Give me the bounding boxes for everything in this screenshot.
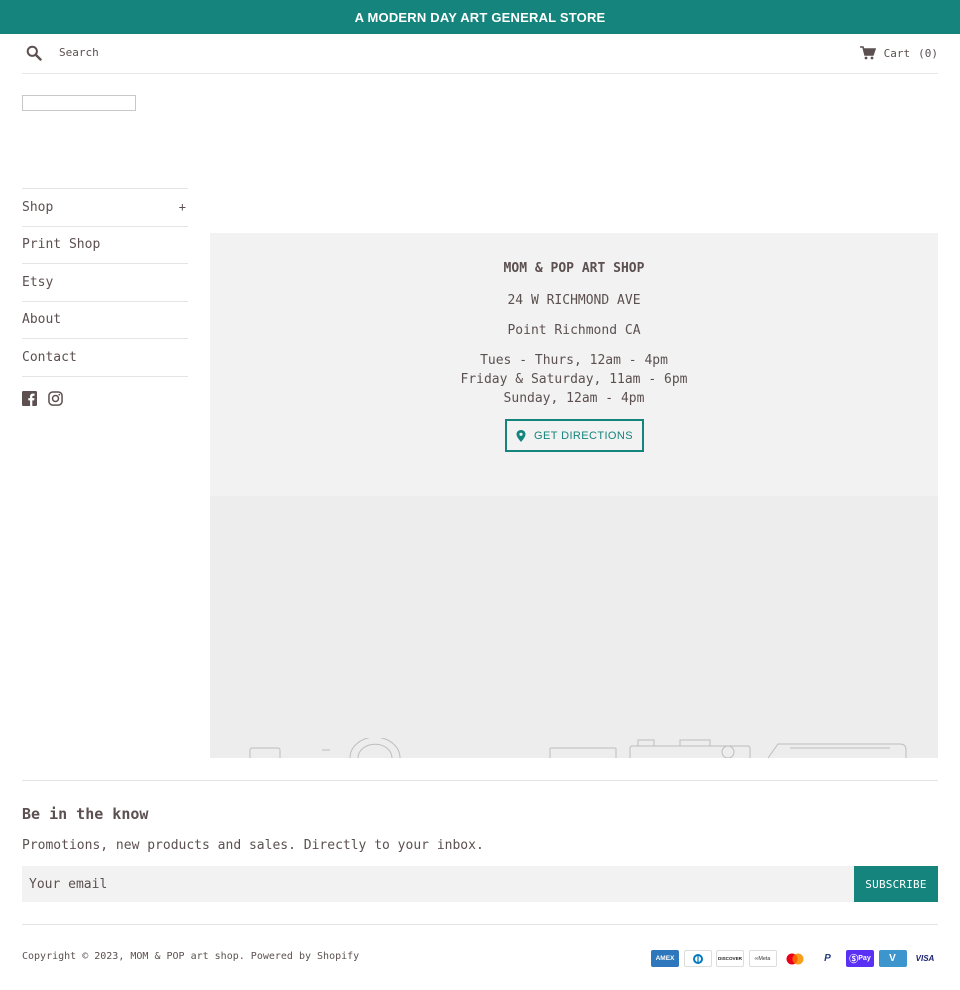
nav-item-label: About — [22, 312, 62, 328]
get-directions-label: GET DIRECTIONS — [534, 429, 633, 442]
mastercard-icon — [781, 950, 809, 967]
store-info-panel: MOM & POP ART SHOP 24 W RICHMOND AVE Poi… — [210, 233, 938, 496]
nav-item-contact[interactable]: Contact — [22, 339, 188, 377]
store-name: MOM & POP ART SHOP — [503, 261, 645, 276]
nav-item-about[interactable]: About — [22, 302, 188, 339]
newsletter-text: Promotions, new products and sales. Dire… — [22, 838, 484, 853]
social-links — [22, 391, 63, 406]
nav-item-print-shop[interactable]: Print Shop — [22, 227, 188, 264]
copyright-separator: . — [238, 951, 251, 962]
store-hours-line: Friday & Saturday, 11am - 6pm — [460, 372, 688, 387]
footer-divider — [22, 780, 938, 781]
get-directions-button[interactable]: GET DIRECTIONS — [505, 419, 644, 452]
newsletter-title: Be in the know — [22, 805, 149, 823]
cart-label: Cart — [883, 46, 911, 60]
nav-item-label: Etsy — [22, 274, 54, 290]
visa-icon: VISA — [911, 950, 939, 967]
copyright-text: Copyright © 2023, MOM & POP art shop. Po… — [22, 951, 359, 962]
search-icon[interactable] — [26, 45, 42, 61]
instagram-icon[interactable] — [48, 391, 63, 406]
paypal-icon: P — [813, 950, 842, 967]
nav-item-shop[interactable]: Shop + — [22, 189, 188, 227]
cart-link[interactable]: Cart (0) — [859, 44, 938, 62]
nav-item-label: Print Shop — [22, 237, 101, 253]
powered-by-link[interactable]: Powered by Shopify — [251, 951, 359, 962]
store-city: Point Richmond CA — [507, 323, 641, 338]
search-input[interactable] — [59, 44, 259, 60]
sidebar-nav: Shop + Print Shop Etsy About Contact — [22, 188, 188, 377]
shop-pay-icon: Ⓢ Pay — [846, 950, 874, 967]
map-placeholder-image — [210, 496, 938, 758]
facebook-icon[interactable] — [22, 391, 37, 406]
footer-divider — [22, 924, 938, 925]
venmo-icon: V — [878, 950, 907, 967]
site-logo[interactable] — [22, 95, 136, 111]
meta-pay-icon: ∞Meta — [748, 950, 777, 967]
site-header: Cart (0) — [22, 34, 938, 74]
store-address: 24 W RICHMOND AVE — [507, 293, 641, 308]
discover-icon: DISCOVER — [716, 950, 744, 967]
store-hours-line: Sunday, 12am - 4pm — [503, 391, 645, 406]
cart-count: (0) — [918, 46, 938, 60]
placeholder-illustration — [249, 738, 907, 758]
amex-icon: AMEX — [651, 950, 679, 967]
map-pin-icon — [516, 429, 526, 442]
copyright-prefix: Copyright © 2023, — [22, 951, 131, 962]
announcement-text: A MODERN DAY ART GENERAL STORE — [354, 9, 606, 25]
nav-item-etsy[interactable]: Etsy — [22, 264, 188, 302]
email-field[interactable] — [22, 866, 854, 902]
store-hours-line: Tues - Thurs, 12am - 4pm — [480, 353, 668, 368]
shop-link[interactable]: MOM & POP art shop — [130, 951, 238, 962]
expand-icon[interactable]: + — [179, 200, 188, 214]
nav-item-label: Shop — [22, 199, 54, 215]
diners-club-icon — [683, 950, 712, 967]
announcement-bar: A MODERN DAY ART GENERAL STORE — [0, 0, 960, 34]
subscribe-button[interactable]: SUBSCRIBE — [854, 866, 938, 902]
payment-icons: AMEX DISCOVER ∞Meta P Ⓢ Pay V VISA — [651, 950, 939, 967]
nav-item-label: Contact — [22, 349, 77, 365]
cart-icon — [859, 46, 876, 60]
